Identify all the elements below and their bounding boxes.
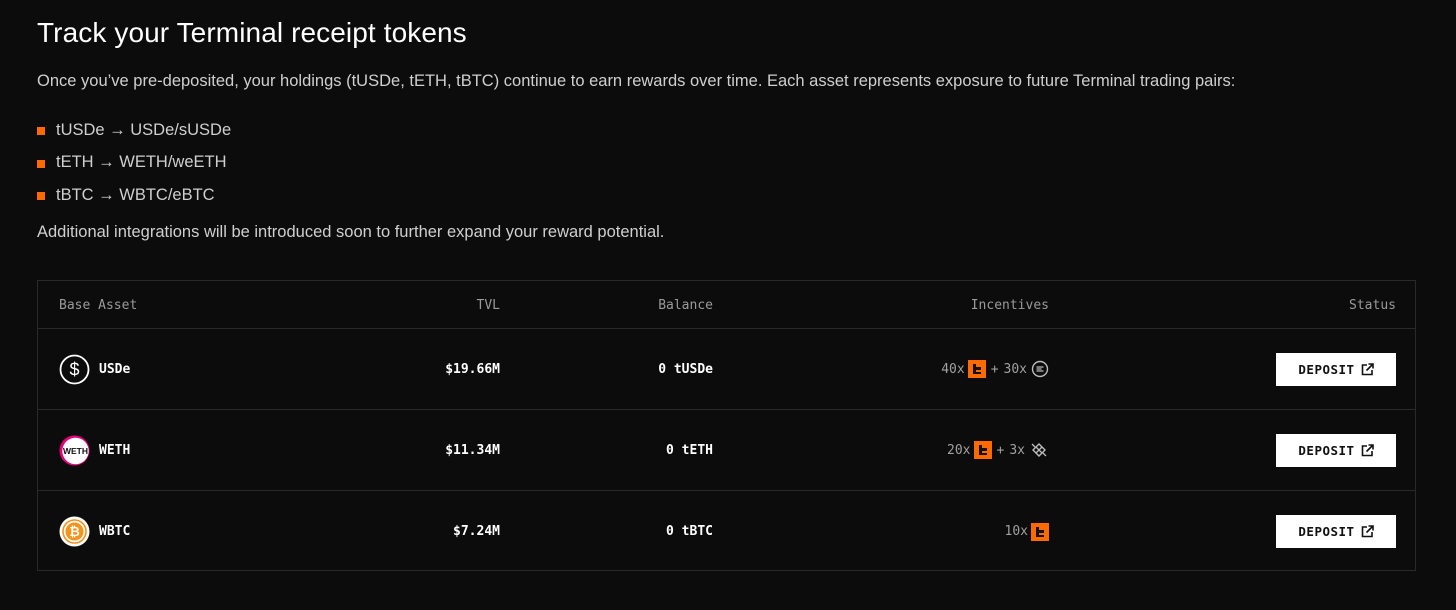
pair-label: tUSDe → USDe/sUSDe [56, 120, 232, 139]
status-cell: DEPOSIT [1276, 329, 1396, 409]
list-item: tBTC → WBTC/eBTC [37, 179, 231, 212]
external-link-icon [1361, 443, 1374, 456]
external-link-icon [1361, 525, 1374, 538]
svg-text:$: $ [69, 359, 79, 379]
ethena-icon [1031, 360, 1049, 378]
asset-name: USDe [99, 361, 131, 377]
deposit-label: DEPOSIT [1298, 524, 1355, 539]
balance-value: 0 tUSDe [658, 361, 713, 377]
bullet-square-icon [37, 192, 45, 201]
column-header-balance: Balance [658, 298, 713, 313]
external-link-icon [1361, 362, 1374, 375]
outro-text: Additional integrations will be introduc… [37, 223, 665, 241]
column-header-status: Status [1349, 298, 1396, 313]
wbtc-icon: ₿ [59, 516, 90, 547]
bullet-square-icon [37, 127, 45, 136]
list-item: tETH → WETH/weETH [37, 147, 231, 180]
terminal-multiplier: 40x [941, 361, 965, 377]
column-header-incentives: Incentives [970, 298, 1049, 313]
incentives-cell: 20x + 3x [947, 410, 1049, 490]
etherfi-icon [1029, 440, 1049, 460]
table-row: ₿ WBTC $7.24M 0 tBTC 10x DEPOSIT [38, 491, 1415, 572]
terminal-t-icon [1031, 522, 1049, 541]
terminal-t-icon [967, 360, 986, 378]
page-title: Track your Terminal receipt tokens [37, 17, 467, 48]
incentives-cell: 10x [1005, 491, 1049, 572]
asset-name: WBTC [99, 524, 131, 539]
column-header-tvl: TVL [476, 298, 500, 313]
table-header: Base Asset TVL Balance Incentives Status [38, 281, 1415, 329]
tvl-value: $11.34M [445, 442, 500, 458]
deposit-label: DEPOSIT [1298, 442, 1355, 458]
asset-cell: WETH WETH [59, 410, 130, 490]
terminal-multiplier: 20x [947, 442, 971, 458]
deposit-button[interactable]: DEPOSIT [1276, 433, 1396, 467]
tvl-value: $7.24M [453, 524, 500, 539]
balance-value: 0 tETH [666, 442, 713, 458]
partner-multiplier: 3x [1009, 442, 1025, 458]
plus-sign: + [990, 361, 999, 377]
weth-icon: WETH [59, 435, 90, 466]
bullet-square-icon [37, 159, 45, 168]
terminal-t-icon [973, 441, 992, 459]
partner-multiplier: 30x [1003, 361, 1027, 377]
column-header-asset: Base Asset [59, 298, 138, 313]
asset-name: WETH [99, 442, 131, 458]
pair-label: tETH → WETH/weETH [56, 153, 227, 172]
list-item: tUSDe → USDe/sUSDe [37, 114, 231, 147]
asset-cell: $ USDe [59, 329, 130, 409]
deposit-button[interactable]: DEPOSIT [1276, 352, 1396, 386]
deposit-button[interactable]: DEPOSIT [1276, 515, 1396, 548]
svg-text:₿: ₿ [69, 524, 80, 539]
usde-dollar-icon: $ [59, 354, 90, 385]
asset-cell: ₿ WBTC [59, 491, 130, 572]
incentives-cell: 40x + 30x [941, 329, 1049, 409]
balance-value: 0 tBTC [666, 524, 713, 539]
intro-text: Once you’ve pre-deposited, your holdings… [37, 72, 1236, 90]
tvl-value: $19.66M [445, 361, 500, 377]
trading-pairs-list: tUSDe → USDe/sUSDe tETH → WETH/weETH tBT… [37, 114, 231, 212]
pair-label: tBTC → WBTC/eBTC [56, 185, 215, 204]
svg-text:WETH: WETH [63, 446, 88, 456]
status-cell: DEPOSIT [1276, 491, 1396, 572]
receipt-tokens-table: Base Asset TVL Balance Incentives Status… [37, 280, 1416, 571]
status-cell: DEPOSIT [1276, 410, 1396, 490]
table-row: $ USDe $19.66M 0 tUSDe 40x + 30x DEPOSIT [38, 329, 1415, 410]
terminal-multiplier: 10x [1004, 524, 1028, 539]
table-row: WETH WETH $11.34M 0 tETH 20x + 3x DEPOSI [38, 410, 1415, 491]
plus-sign: + [996, 442, 1005, 458]
deposit-label: DEPOSIT [1298, 361, 1355, 377]
